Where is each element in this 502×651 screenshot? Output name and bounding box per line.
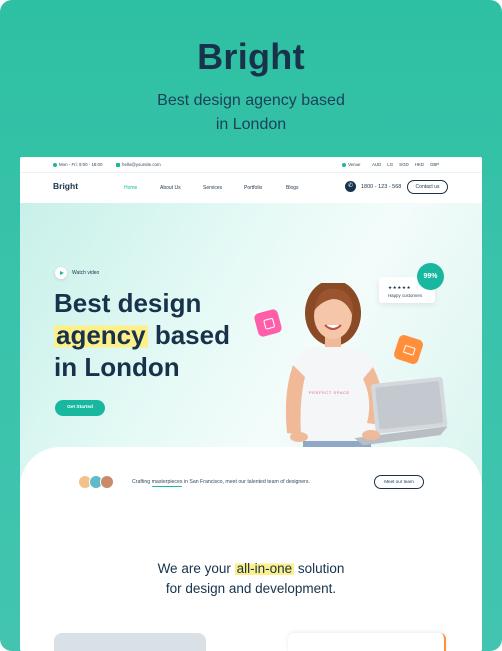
rating-percent-badge: 99% — [417, 263, 444, 290]
headline-line1: Best design — [54, 288, 202, 318]
headline-line2-rest: based — [147, 320, 230, 350]
team-intro-underlined: masterpieces — [151, 479, 183, 485]
team-avatars — [78, 475, 114, 489]
nav-item-portfolio[interactable]: Portfolio — [244, 185, 262, 191]
solution-line2: for design and development. — [165, 581, 337, 596]
headline-line2: agency based — [54, 319, 230, 351]
site-logo[interactable]: Bright — [53, 181, 78, 191]
clock-icon — [53, 162, 57, 167]
phone-contact[interactable]: ✆ 1800 - 123 - 568 — [345, 181, 401, 192]
team-intro-text: Crafting masterpieces in San Francisco, … — [132, 479, 310, 485]
main-navbar: Bright Home About Us Services Portfolio … — [20, 173, 482, 203]
get-started-button[interactable]: Get Started — [55, 400, 105, 416]
solution-highlight: all-in-one — [234, 561, 295, 576]
contact-us-button[interactable]: Contact us — [407, 180, 448, 194]
team-intro-before: Crafting — [132, 479, 152, 485]
nav-item-blogs[interactable]: Blogs — [286, 185, 299, 191]
hours-text: Mon - Fri: 9:00 - 18:00 — [59, 162, 103, 167]
card-subtitle-line1: Best design agency based — [157, 92, 345, 109]
avatar — [100, 475, 114, 489]
shirt-print-text: PERFECT SPACE — [309, 390, 350, 395]
website-screenshot[interactable]: Mon - Fri: 9:00 - 18:00 hello@yoursite.c… — [20, 157, 482, 651]
currency-item[interactable]: AUD — [372, 162, 381, 167]
location-text[interactable]: Venue — [348, 162, 360, 167]
currency-item[interactable]: LG — [387, 162, 393, 167]
play-icon[interactable] — [55, 267, 67, 279]
solution-line1: We are your all-in-one solution — [20, 559, 482, 579]
preview-image-card — [54, 633, 206, 651]
card-subtitle: Best design agency based in London — [0, 89, 502, 137]
location-info[interactable]: Venue — [342, 162, 360, 167]
card-title: Bright — [197, 36, 305, 77]
content-section: Crafting masterpieces in San Francisco, … — [20, 447, 482, 651]
solution-line1-after: solution — [294, 561, 345, 576]
nav-item-about[interactable]: About Us — [160, 185, 181, 191]
solution-heading: We are your all-in-one solution for desi… — [20, 559, 482, 599]
nav-item-home[interactable]: Home — [124, 185, 137, 191]
card-subtitle-line2: in London — [215, 116, 287, 133]
headline-highlight: agency — [54, 320, 148, 350]
watch-video-label[interactable]: Watch video — [72, 270, 99, 276]
headline-line3: in London — [54, 352, 180, 382]
mail-icon — [116, 162, 120, 167]
currency-list: AUD LG SGD HKD GBP — [372, 162, 439, 167]
team-intro-after: in San Francisco, meet our talented team… — [182, 479, 310, 485]
email-info[interactable]: hello@yoursite.com — [116, 162, 161, 167]
rating-stars: ★★★★★ — [388, 285, 412, 290]
template-preview-card: Bright Best design agency based in Londo… — [0, 0, 502, 651]
location-pin-icon — [342, 162, 346, 167]
happy-customers-label: Happy customers — [388, 293, 423, 298]
phone-number[interactable]: 1800 - 123 - 568 — [361, 184, 401, 190]
currency-item[interactable]: GBP — [430, 162, 439, 167]
hours-info: Mon - Fri: 9:00 - 18:00 — [53, 162, 102, 167]
currency-item[interactable]: HKD — [415, 162, 424, 167]
solution-line1-before: We are your — [157, 561, 235, 576]
currency-item[interactable]: SGD — [399, 162, 409, 167]
hero-headline: Best design agency based in London — [54, 287, 230, 383]
meet-our-team-button[interactable]: Meet our team — [374, 475, 424, 489]
email-text[interactable]: hello@yoursite.com — [122, 162, 161, 167]
watch-video-link[interactable]: Watch video — [55, 267, 99, 279]
nav-item-services[interactable]: Services — [203, 185, 222, 191]
phone-icon: ✆ — [345, 181, 356, 192]
preview-info-card — [288, 633, 446, 651]
top-info-bar: Mon - Fri: 9:00 - 18:00 hello@yoursite.c… — [20, 157, 482, 173]
